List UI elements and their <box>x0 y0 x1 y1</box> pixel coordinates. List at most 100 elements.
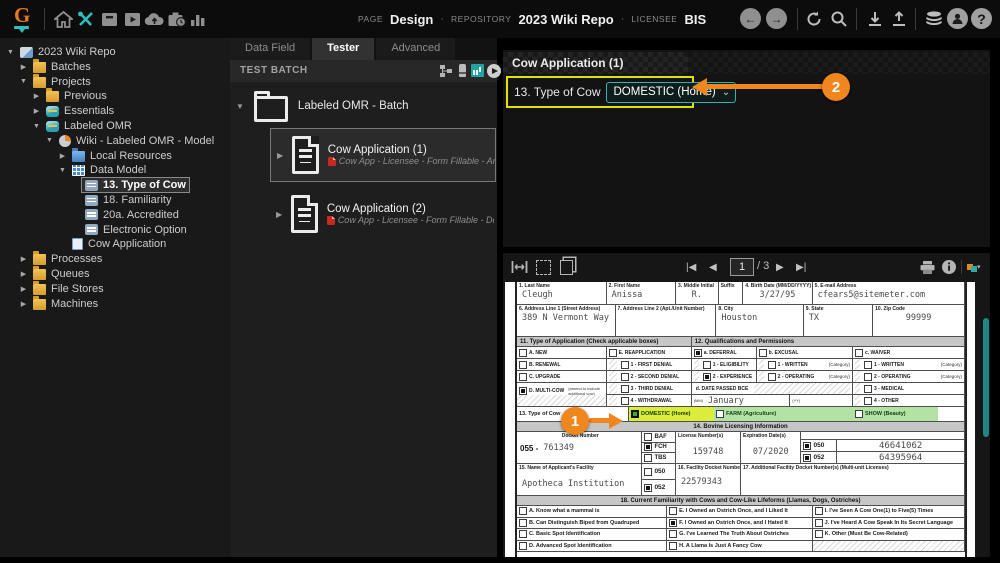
home-icon[interactable] <box>52 8 74 30</box>
batch-item-cow-application-2[interactable]: ▶Cow Application (2)Cow App - Licensee -… <box>270 188 494 240</box>
forward-icon[interactable]: → <box>766 8 787 29</box>
user-icon[interactable] <box>947 8 968 29</box>
table-icon <box>72 165 85 176</box>
batches-icon[interactable] <box>98 8 120 30</box>
checkbox-icon <box>519 507 527 515</box>
help-icon[interactable]: ? <box>971 8 992 29</box>
cloud-upload-icon[interactable] <box>143 8 165 30</box>
sidebar-item-labeled-omr[interactable]: ▼Labeled OMR <box>0 119 261 133</box>
form-label: d. DATE PASSED BCE <box>696 386 749 392</box>
info-icon[interactable] <box>941 259 957 275</box>
field-icon <box>85 195 98 206</box>
test-batch-toolbar: TEST BATCH <box>230 60 497 82</box>
tools-icon[interactable] <box>75 8 97 30</box>
sidebar-item-queues[interactable]: ▶Queues <box>0 267 248 281</box>
hatch-pad <box>855 383 860 394</box>
sidebar-item-2023-wiki-repo[interactable]: ▼2023 Wiki Repo <box>0 45 235 59</box>
docs-icon <box>72 238 83 250</box>
form-category-note: (Category) <box>941 362 964 367</box>
batch-item-subtitle-text: Cow App - Licensee - Form Fillable - Ani… <box>339 156 495 166</box>
context-info: PAGE Design · REPOSITORY 2023 Wiki Repo … <box>358 0 706 38</box>
refresh-icon[interactable] <box>803 8 825 30</box>
licensee-value[interactable]: BIS <box>684 12 706 27</box>
form-checkbox-label: 052 <box>813 454 824 461</box>
form-label: (YY) <box>790 398 800 403</box>
tree-expand-arrow: ▶ <box>31 107 42 115</box>
tree-label: Machines <box>51 298 98 310</box>
checkbox-checked-icon <box>669 519 677 527</box>
form-checkbox-item: I. I've Seen A Cow One(1) to Five(5) Tim… <box>813 506 965 518</box>
form-docket-value: 055 -761349 <box>517 439 641 453</box>
select-region-icon[interactable] <box>536 259 551 275</box>
form-cell: 16. Facility Docket Number22579343 <box>676 464 741 496</box>
batch-item-subtitle: Cow App - Licensee - Form Fillable - Dou… <box>327 215 494 225</box>
hatch-pad <box>855 395 860 406</box>
download-icon[interactable] <box>864 8 886 30</box>
form-checkbox-item: 2 - SECOND DENIAL <box>607 371 692 383</box>
form-date-passed-row: d. DATE PASSED BCE <box>692 383 853 395</box>
checkbox-checked-icon <box>694 349 702 357</box>
prev-page-icon[interactable]: ◀ <box>709 259 717 275</box>
form-year-cell: (YY) <box>790 395 853 407</box>
form-cell-label: Suffix <box>719 282 743 289</box>
layout-icon[interactable]: ▾ <box>967 259 981 275</box>
tab-data-field[interactable]: Data Field <box>230 38 310 60</box>
form-facility-value: 46641062 <box>837 440 965 452</box>
stats-toggle-icon[interactable] <box>470 63 485 78</box>
sidebar-item-essentials[interactable]: ▶Essentials <box>0 104 261 118</box>
database-icon[interactable] <box>923 8 945 30</box>
upload-icon[interactable] <box>888 8 910 30</box>
form-checkbox-label: E. REAPPLICATION <box>619 350 666 356</box>
checkbox-icon <box>609 349 617 357</box>
hatch-pad <box>759 371 764 382</box>
tree-expand-arrow: ▶ <box>18 63 29 71</box>
form-checkbox-label: 3 - MEDICAL <box>874 386 904 392</box>
last-page-icon[interactable]: ▶| <box>796 259 806 275</box>
sidebar-item-processes[interactable]: ▶Processes <box>0 252 248 266</box>
batch-process-icon[interactable] <box>121 8 143 30</box>
checkbox-icon <box>864 373 872 381</box>
eraser-icon[interactable] <box>455 63 470 78</box>
next-page-icon[interactable]: ▶ <box>776 259 784 275</box>
tab-tester[interactable]: Tester <box>312 38 374 60</box>
tree-label: Queues <box>51 268 90 280</box>
viewer-scrollbar[interactable] <box>983 318 989 437</box>
form-category-note: (Category) <box>829 362 852 367</box>
first-page-icon[interactable]: |◀ <box>686 259 696 275</box>
sidebar-item-previous[interactable]: ▶Previous <box>0 89 261 103</box>
sidebar-item-file-stores[interactable]: ▶File Stores <box>0 282 248 296</box>
print-icon[interactable] <box>919 259 936 275</box>
form-section-header: 11. Type of Application (Check applicabl… <box>517 337 692 347</box>
batch-folder-row[interactable]: ▼Labeled OMR - Batch <box>236 90 409 122</box>
form-facility-value: 64395964 <box>837 452 965 464</box>
repository-value[interactable]: 2023 Wiki Repo <box>518 12 613 27</box>
hierarchy-icon[interactable] <box>438 63 453 78</box>
form-checkbox-label: D. Advanced Spot Identification <box>529 543 612 549</box>
document-viewer: |◀ ◀ 1 / 3 ▶ ▶| ▾ 1. Last NameCleugh2. F… <box>503 253 990 557</box>
jobs-icon[interactable] <box>166 8 188 30</box>
test-batch-title: TEST BATCH <box>240 65 308 76</box>
tab-advanced[interactable]: Advanced <box>376 38 455 60</box>
search-icon[interactable] <box>828 8 850 30</box>
form-checkbox-label: A. Know what a mammal is <box>529 508 600 514</box>
grooper-logo[interactable]: G <box>14 3 30 28</box>
fit-width-icon[interactable] <box>511 259 528 275</box>
form-checkbox-label: H. A Llama Is Just A Fancy Cow <box>679 543 762 549</box>
sidebar-item-batches[interactable]: ▶Batches <box>0 60 248 74</box>
sidebar-item-projects[interactable]: ▼Projects <box>0 75 248 89</box>
form-category-note: (Category) <box>941 374 964 379</box>
tree-item-box: Local Resources <box>68 148 176 164</box>
stats-icon[interactable] <box>187 8 209 30</box>
form-checkbox-item: FCH <box>642 443 676 454</box>
page-value[interactable]: Design <box>390 12 433 27</box>
batch-item-cow-application-1[interactable]: ▶Cow Application (1)Cow App - Licensee -… <box>270 128 496 182</box>
form-cell-value: R. <box>676 289 718 300</box>
back-icon[interactable]: ← <box>740 8 761 29</box>
form-section-header: 18. Current Familiarity with Cows and Co… <box>517 496 965 506</box>
form-cell-value: Apotheca Institution <box>517 471 641 489</box>
page-number-input[interactable]: 1 <box>730 258 754 276</box>
form-checkbox-label: 1 - WRITTEN <box>778 362 808 368</box>
pages-icon[interactable] <box>560 259 573 275</box>
sidebar-item-machines[interactable]: ▶Machines <box>0 297 248 311</box>
run-test-icon[interactable] <box>486 63 501 78</box>
